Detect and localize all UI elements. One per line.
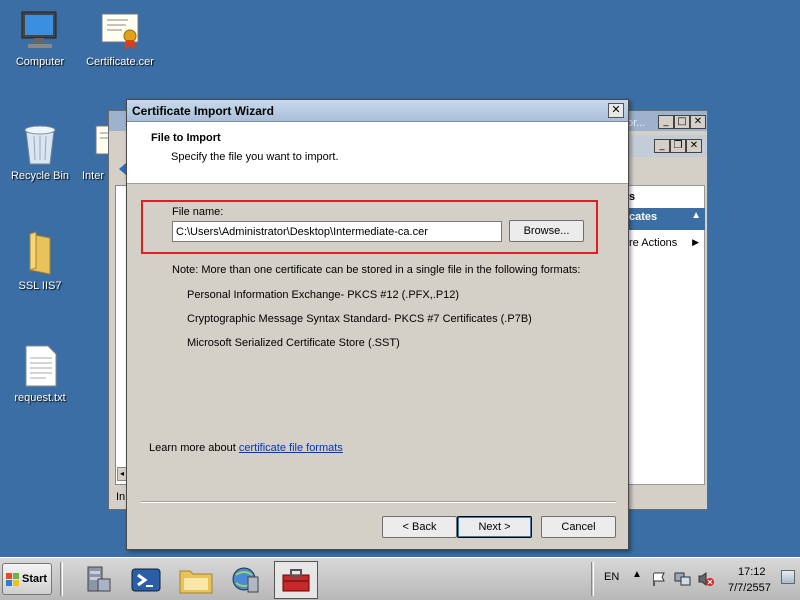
language-indicator[interactable]: EN — [604, 571, 619, 583]
certificate-file-icon — [101, 13, 139, 50]
next-button[interactable]: Next > — [457, 516, 532, 538]
cancel-button[interactable]: Cancel — [541, 516, 616, 538]
start-label: Start — [22, 573, 48, 585]
taskbar-separator — [60, 562, 63, 596]
inner-close-button[interactable]: ✕ — [686, 139, 702, 153]
more-actions-label: re Actions — [629, 237, 678, 249]
show-hidden-icons-icon[interactable]: ▲ — [632, 569, 642, 580]
actions-certificates-label: cates — [629, 211, 658, 223]
formats-note: Note: More than one certificate can be s… — [172, 264, 581, 276]
wizard-titlebar[interactable]: Certificate Import Wizard ✕ — [127, 100, 628, 122]
server-manager-icon — [87, 566, 111, 592]
inner-minimize-button[interactable]: _ — [654, 139, 670, 153]
tray-separator — [591, 562, 594, 596]
back-button[interactable]: < Back — [382, 516, 457, 538]
windows-logo-icon — [6, 573, 19, 586]
folder-icon — [179, 570, 213, 594]
desktop-icon-computer[interactable]: Computer — [2, 10, 78, 68]
left-arrow-icon[interactable] — [119, 163, 126, 175]
desktop-icon-label: SSL IIS7 — [18, 280, 62, 292]
status-bar-fragment: In — [116, 491, 126, 503]
certificate-file-formats-link[interactable]: certificate file formats — [239, 442, 343, 454]
close-button[interactable]: ✕ — [690, 115, 706, 129]
taskbar: Start EN ▲ 17:12 7/7/2557 — [0, 557, 800, 600]
wizard-header-panel: File to Import Specify the file you want… — [127, 122, 628, 184]
submenu-arrow-icon: ▶ — [692, 237, 699, 247]
folder-icon — [29, 231, 51, 275]
actions-certificates-header[interactable]: cates ▲ — [627, 208, 705, 230]
taskbar-powershell[interactable] — [124, 561, 168, 599]
iis-manager-icon — [232, 567, 259, 593]
background-window-title-fragment: or... — [627, 117, 646, 129]
maximize-button[interactable]: □ — [674, 115, 690, 129]
volume-muted-icon[interactable] — [697, 571, 715, 587]
inner-restore-button[interactable]: ❐ — [670, 139, 686, 153]
desktop-icon-label: Certificate.cer — [86, 56, 154, 68]
taskbar-iis-manager[interactable] — [224, 561, 268, 599]
more-actions-item[interactable]: re Actions ▶ — [627, 237, 705, 253]
powershell-icon — [131, 568, 161, 592]
clock-time[interactable]: 17:12 — [738, 566, 766, 578]
recycle-bin-icon — [24, 125, 56, 165]
taskbar-certificate-tool[interactable] — [274, 561, 318, 599]
text-file-icon — [25, 345, 57, 387]
wizard-subheading: Specify the file you want to import. — [171, 151, 339, 163]
taskbar-explorer[interactable] — [174, 561, 218, 599]
desktop-icon-label: request.txt — [14, 392, 66, 404]
certificate-import-wizard: Certificate Import Wizard ✕ File to Impo… — [126, 99, 629, 550]
file-name-label: File name: — [172, 206, 224, 218]
action-center-flag-icon[interactable] — [651, 571, 667, 587]
taskbar-server-manager[interactable] — [76, 561, 120, 599]
collapse-arrow-icon: ▲ — [691, 210, 701, 221]
wizard-title: Certificate Import Wizard — [132, 104, 274, 118]
format-item: Personal Information Exchange- PKCS #12 … — [187, 289, 460, 301]
desktop-icon-label: Inter — [82, 170, 105, 182]
clock-date[interactable]: 7/7/2557 — [728, 582, 771, 594]
minimize-button[interactable]: _ — [658, 115, 674, 129]
browse-button[interactable]: Browse... — [509, 220, 584, 242]
learn-more-text: Learn more about certificate file format… — [149, 442, 343, 454]
desktop-icon-certificate[interactable]: Certificate.cer — [82, 10, 158, 68]
desktop-icon-request-txt[interactable]: request.txt — [2, 344, 78, 404]
computer-icon — [21, 11, 57, 48]
format-item: Microsoft Serialized Certificate Store (… — [187, 337, 400, 349]
learn-more-prefix: Learn more about — [149, 442, 239, 454]
actions-header-fragment: s — [629, 191, 636, 203]
wizard-close-button[interactable]: ✕ — [608, 103, 624, 118]
desktop-icon-recycle-bin[interactable]: Recycle Bin — [2, 120, 78, 182]
start-button[interactable]: Start — [2, 563, 52, 595]
wizard-heading: File to Import — [151, 132, 221, 144]
show-desktop-button[interactable] — [781, 570, 795, 584]
button-divider — [141, 501, 616, 503]
desktop-icon-label: Computer — [15, 56, 65, 68]
file-name-input[interactable] — [172, 221, 502, 242]
actions-pane — [627, 185, 705, 485]
format-item: Cryptographic Message Syntax Standard- P… — [187, 313, 532, 325]
toolbox-icon — [282, 569, 310, 592]
desktop-icon-label: Recycle Bin — [10, 170, 70, 182]
network-icon[interactable] — [674, 571, 692, 587]
desktop-icon-ssl-iis7[interactable]: SSL IIS7 — [2, 230, 78, 292]
